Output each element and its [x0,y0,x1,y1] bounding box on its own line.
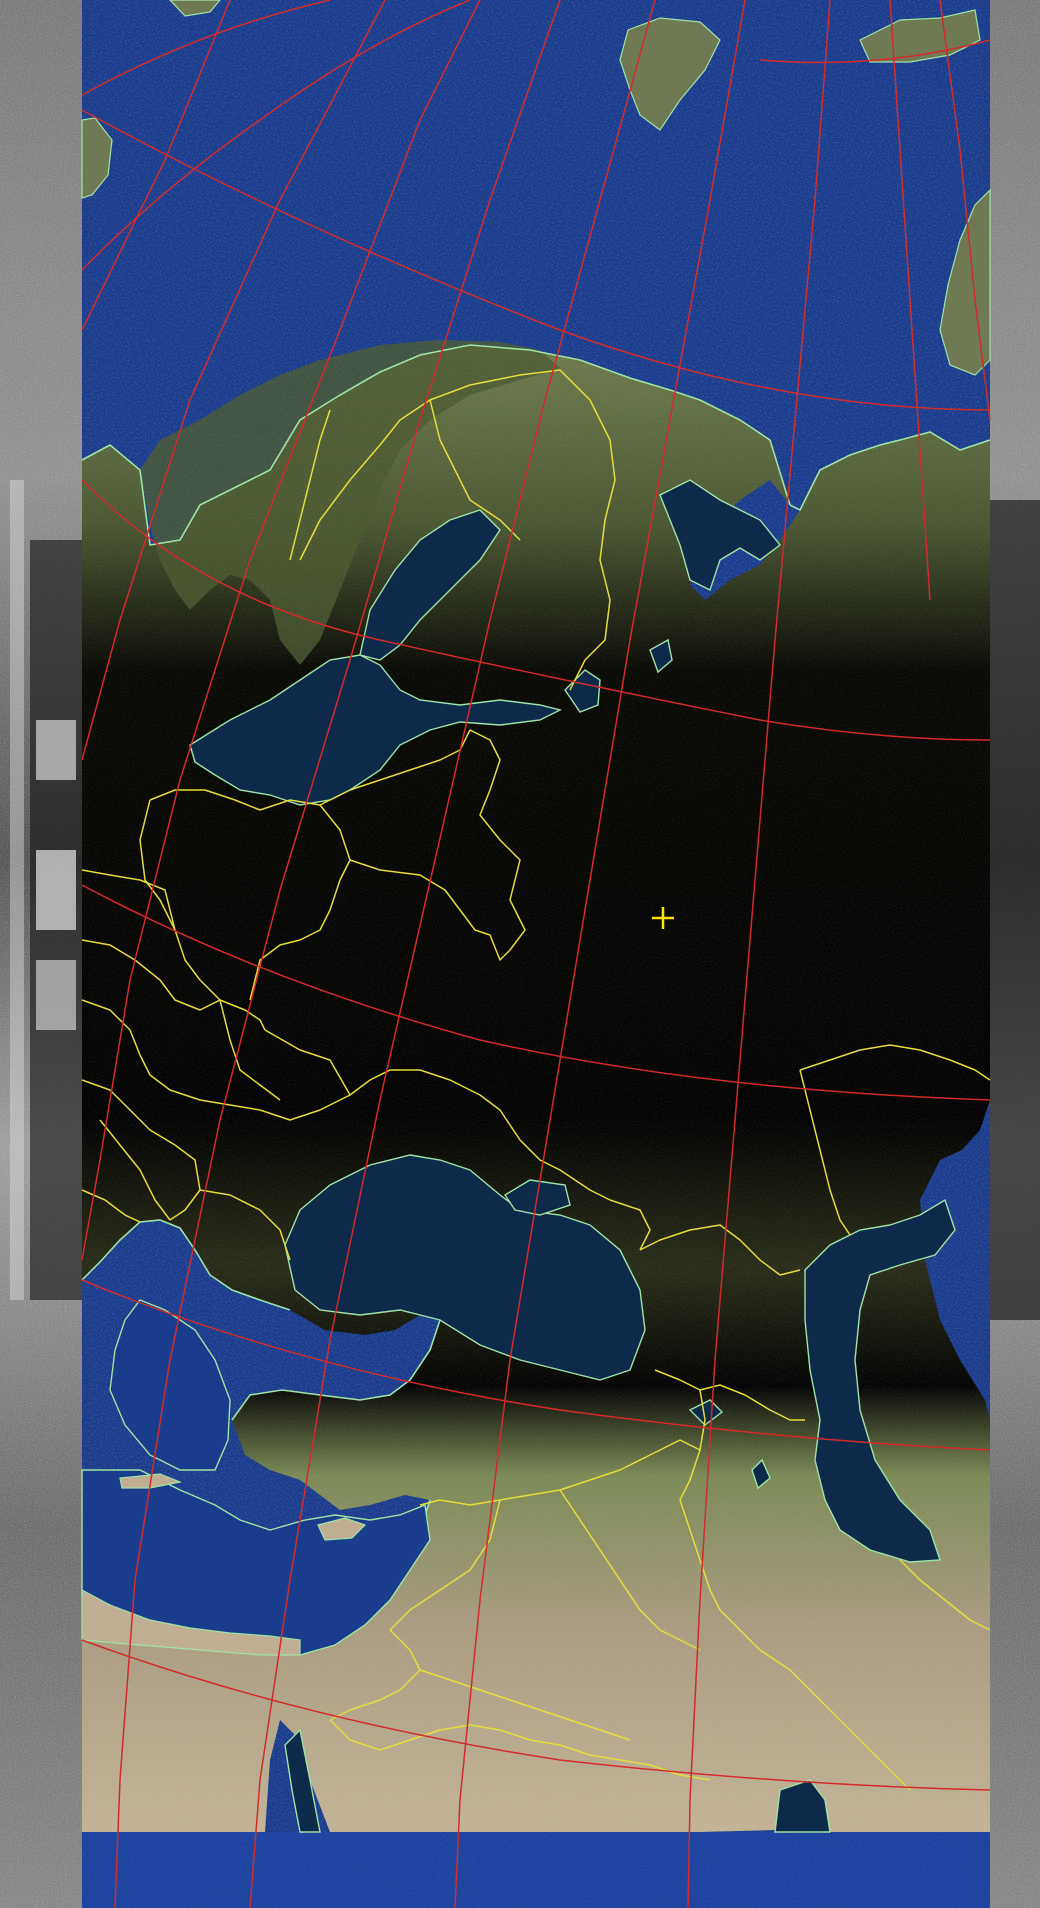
noise-strip-left [0,0,82,1908]
satellite-image [0,0,1040,1908]
noise-strip-right [990,0,1040,1908]
